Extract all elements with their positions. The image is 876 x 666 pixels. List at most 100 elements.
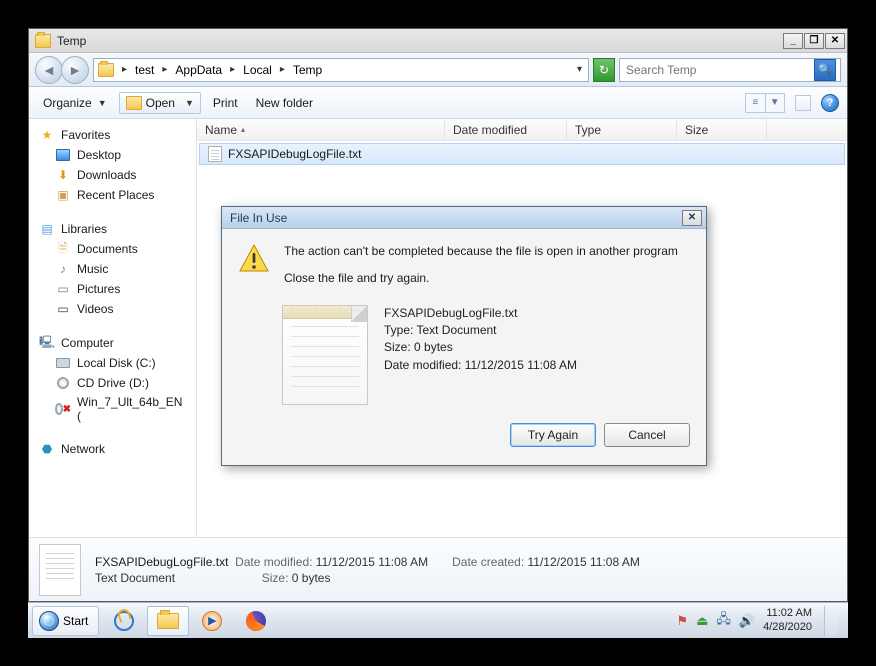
star-icon: ★: [39, 127, 55, 143]
titlebar[interactable]: Temp _ ❐ ✕: [29, 29, 847, 53]
file-date: 11/12/2015 11:08 ...: [448, 147, 570, 161]
close-button[interactable]: ✕: [825, 33, 845, 49]
taskbar-file-explorer[interactable]: [147, 606, 189, 636]
internet-explorer-icon: [114, 611, 134, 631]
search-button[interactable]: 🔍: [814, 59, 836, 81]
minimize-button[interactable]: _: [783, 33, 803, 49]
sidebar-item-documents[interactable]: 🗎Documents: [33, 239, 192, 259]
dialog-close-button[interactable]: ✕: [682, 210, 702, 226]
chevron-right-icon[interactable]: ▸: [228, 64, 237, 75]
file-type: Text Document: [570, 147, 680, 161]
start-button[interactable]: Start: [32, 606, 99, 636]
view-button[interactable]: ≡▼: [745, 93, 785, 113]
sidebar-item-cd-drive[interactable]: CD Drive (D:): [33, 373, 192, 393]
column-headers: Name▴ Date modified Type Size: [197, 119, 847, 141]
sidebar-item-recent[interactable]: ▣Recent Places: [33, 185, 192, 205]
column-label: Size: [685, 123, 708, 137]
address-bar[interactable]: ▸ test ▸ AppData ▸ Local ▸ Temp ▾: [93, 58, 589, 82]
organize-label: Organize: [43, 96, 92, 110]
sidebar-libraries[interactable]: ▤Libraries: [33, 219, 192, 239]
desktop-icon: [55, 147, 71, 163]
action-center-icon[interactable]: ⚑: [676, 613, 688, 629]
search-input[interactable]: [624, 62, 812, 78]
sidebar-head-label: Favorites: [61, 128, 110, 142]
taskbar-media-player[interactable]: ▶: [191, 606, 233, 636]
breadcrumb-segment[interactable]: Local: [241, 61, 274, 79]
column-header-name[interactable]: Name▴: [197, 119, 445, 140]
sidebar-item-desktop[interactable]: Desktop: [33, 145, 192, 165]
detail-file-name: FXSAPIDebugLogFile.txt: [95, 555, 228, 569]
cancel-button[interactable]: Cancel: [604, 423, 690, 447]
tray-time: 11:02 AM: [763, 607, 812, 620]
open-button[interactable]: Open ▼: [119, 92, 201, 114]
dialog-titlebar[interactable]: File In Use ✕: [222, 207, 706, 229]
column-header-date[interactable]: Date modified: [445, 119, 567, 140]
file-explorer-icon: [157, 613, 179, 629]
sidebar-item-win7-drive[interactable]: Win_7_Ult_64b_EN (: [33, 393, 192, 425]
disconnected-drive-icon: [55, 401, 71, 417]
text-file-icon: [208, 146, 222, 162]
notepad-file-icon: [282, 305, 368, 405]
print-button[interactable]: Print: [207, 93, 244, 113]
firefox-icon: [246, 611, 266, 631]
column-label: Name: [205, 123, 237, 137]
sidebar-item-local-disk[interactable]: Local Disk (C:): [33, 353, 192, 373]
safely-remove-icon[interactable]: ⏏: [696, 613, 708, 629]
tray-clock[interactable]: 11:02 AM 4/28/2020: [763, 607, 812, 633]
chevron-right-icon[interactable]: ▸: [120, 64, 129, 75]
search-box[interactable]: 🔍: [619, 58, 841, 82]
sidebar-item-downloads[interactable]: ⬇ Downloads: [33, 165, 192, 185]
new-folder-button[interactable]: New folder: [250, 93, 319, 113]
maximize-button[interactable]: ❐: [804, 33, 824, 49]
organize-menu[interactable]: Organize ▼: [37, 93, 113, 113]
folder-icon: [35, 34, 51, 48]
downloads-icon: ⬇: [55, 167, 71, 183]
volume-icon[interactable]: 🔊: [739, 613, 755, 629]
sidebar-item-label: Documents: [77, 242, 138, 256]
open-label: Open: [146, 96, 175, 110]
sidebar-item-label: Win_7_Ult_64b_EN (: [77, 395, 186, 423]
breadcrumb-segment[interactable]: Temp: [291, 61, 324, 79]
sidebar-item-pictures[interactable]: ▭Pictures: [33, 279, 192, 299]
help-button[interactable]: ?: [821, 94, 839, 112]
sidebar-network[interactable]: ⬣Network: [33, 439, 192, 459]
taskbar-firefox[interactable]: [235, 606, 277, 636]
sidebar-item-videos[interactable]: ▭Videos: [33, 299, 192, 319]
sidebar-favorites[interactable]: ★ Favorites: [33, 125, 192, 145]
new-folder-label: New folder: [256, 96, 313, 110]
sidebar-item-label: Recent Places: [77, 188, 154, 202]
sidebar-item-music[interactable]: ♪Music: [33, 259, 192, 279]
chevron-down-icon: ▼: [98, 98, 107, 108]
try-again-button[interactable]: Try Again: [510, 423, 596, 447]
sidebar-item-label: CD Drive (D:): [77, 376, 149, 390]
address-dropdown-icon[interactable]: ▾: [573, 64, 586, 75]
network-icon[interactable]: 🖧: [716, 610, 731, 632]
sidebar-head-label: Libraries: [61, 222, 107, 236]
sidebar-item-label: Downloads: [77, 168, 136, 182]
music-icon: ♪: [55, 261, 71, 277]
navigation-bar: ◄ ► ▸ test ▸ AppData ▸ Local ▸ Temp ▾ ↻ …: [29, 53, 847, 87]
chevron-right-icon[interactable]: ▸: [278, 64, 287, 75]
back-button[interactable]: ◄: [35, 56, 63, 84]
column-header-type[interactable]: Type: [567, 119, 677, 140]
chevron-right-icon[interactable]: ▸: [160, 64, 169, 75]
media-player-icon: ▶: [202, 611, 222, 631]
taskbar-internet-explorer[interactable]: [103, 606, 145, 636]
sidebar-head-label: Network: [61, 442, 105, 456]
chevron-down-icon: ▼: [765, 94, 785, 112]
refresh-button[interactable]: ↻: [593, 58, 615, 82]
breadcrumb-segment[interactable]: AppData: [173, 61, 224, 79]
sidebar-item-label: Pictures: [77, 282, 120, 296]
show-desktop-button[interactable]: [824, 606, 838, 636]
sidebar-computer[interactable]: 🖳Computer: [33, 333, 192, 353]
column-header-size[interactable]: Size: [677, 119, 767, 140]
navigation-pane: ★ Favorites Desktop ⬇ Downloads ▣Recent Pl…: [29, 119, 197, 537]
preview-pane-button[interactable]: [795, 95, 811, 111]
dialog-title: File In Use: [230, 211, 287, 225]
file-row[interactable]: FXSAPIDebugLogFile.txt 11/12/2015 11:08 …: [199, 143, 845, 165]
text-file-icon: [39, 544, 81, 596]
forward-button[interactable]: ►: [61, 56, 89, 84]
breadcrumb-segment[interactable]: test: [133, 61, 156, 79]
dialog-message-2: Close the file and try again.: [284, 270, 678, 287]
detail-date-modified: 11/12/2015 11:08 AM: [316, 555, 428, 569]
